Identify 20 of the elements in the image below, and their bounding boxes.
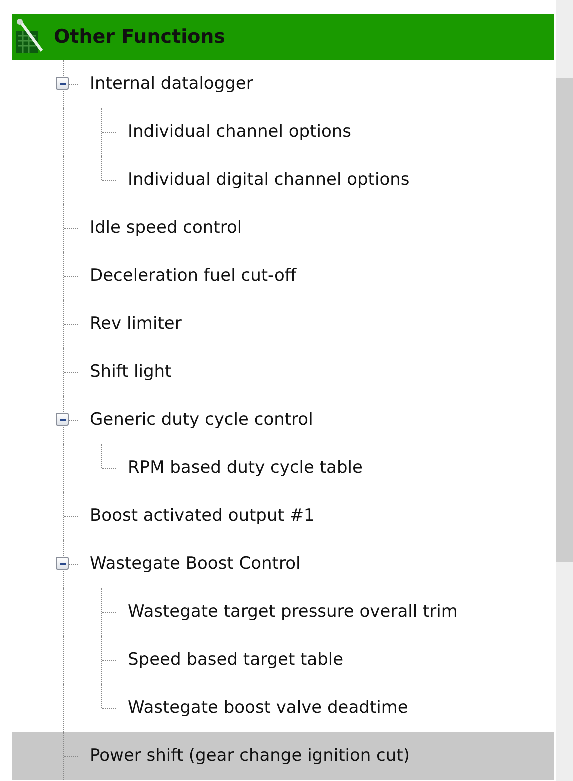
tree-item[interactable]: Wastegate Boost Control <box>12 540 554 588</box>
tree-item[interactable]: Idle speed control <box>12 204 554 252</box>
panel-title: Other Functions <box>54 26 226 48</box>
tree-item[interactable]: Individual channel options <box>12 108 554 156</box>
collapse-toggle[interactable] <box>56 77 69 90</box>
tree-item[interactable]: Generic duty cycle control <box>12 396 554 444</box>
scrollbar-thumb[interactable] <box>556 78 573 562</box>
tree-item[interactable]: Rev limiter <box>12 300 554 348</box>
tree-item[interactable]: Boost activated output #1 <box>12 492 554 540</box>
scrollbar[interactable] <box>556 0 573 781</box>
collapse-toggle[interactable] <box>56 557 69 570</box>
tree-item[interactable]: Shift light <box>12 348 554 396</box>
collapse-toggle[interactable] <box>56 413 69 426</box>
tree-item[interactable]: Individual digital channel options <box>12 156 554 204</box>
tree-item[interactable]: Speed based target table <box>12 636 554 684</box>
tree-item[interactable]: RPM based duty cycle table <box>12 444 554 492</box>
tree-item[interactable]: Wastegate target pressure overall trim <box>12 588 554 636</box>
tree-item[interactable]: Deceleration fuel cut-off <box>12 252 554 300</box>
tree-item[interactable]: Power shift (gear change ignition cut) <box>12 732 554 780</box>
tree-item[interactable]: Internal datalogger <box>12 60 554 108</box>
